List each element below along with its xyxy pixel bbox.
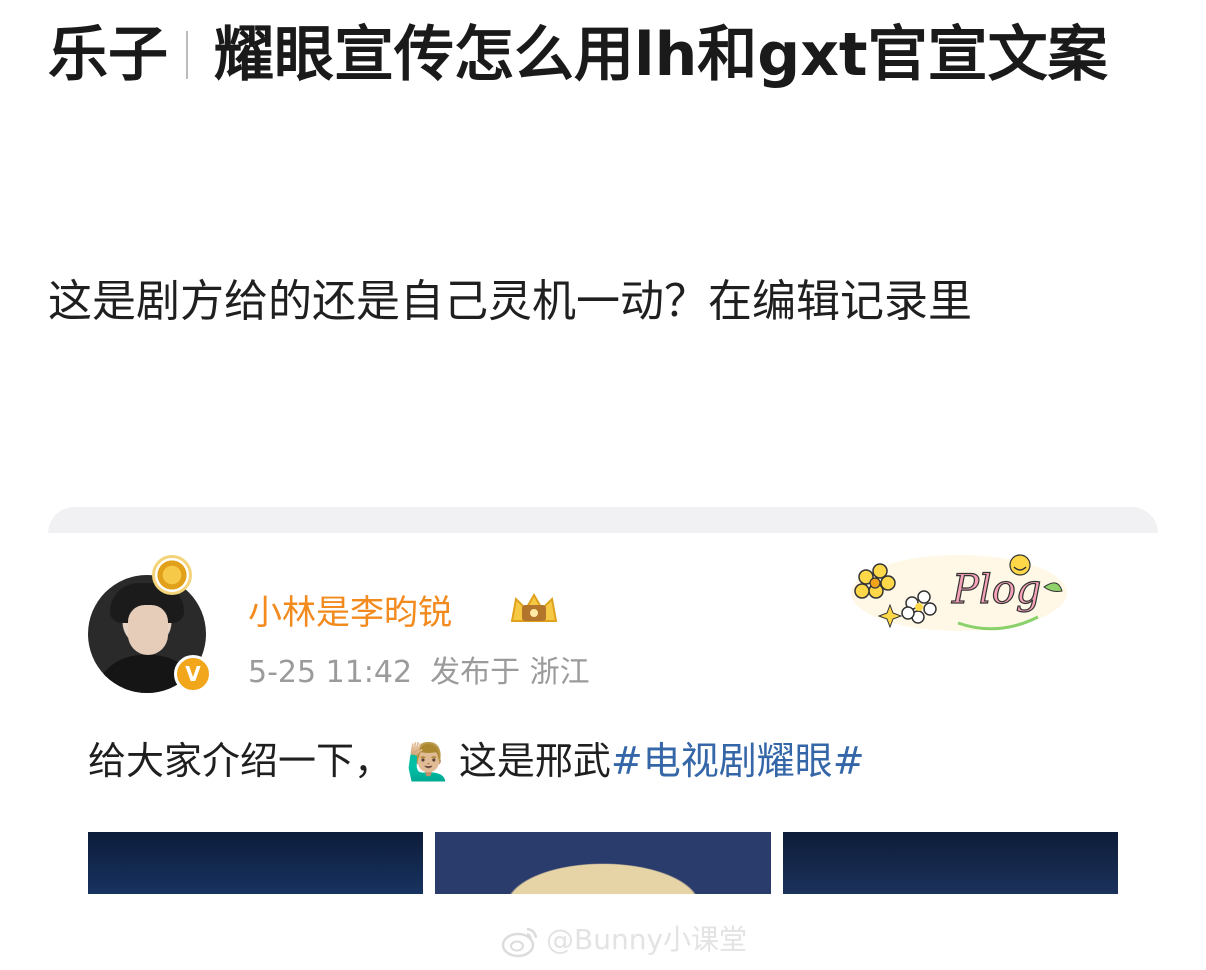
- post-text-intro: 给大家介绍一下，: [88, 739, 393, 783]
- post-title: 乐子 耀眼宣传怎么用lh和gxt官宣文案: [48, 12, 1168, 98]
- verified-badge-icon: V: [174, 655, 212, 693]
- watermark-text: @Bunny小课堂: [546, 923, 748, 956]
- card-top-strip: [48, 507, 1158, 533]
- weibo-logo-icon: [501, 927, 538, 958]
- title-category: 乐子: [48, 20, 168, 90]
- post-location: 发布于 浙江: [430, 655, 590, 690]
- image-grid: [88, 832, 1118, 894]
- image-thumbnail[interactable]: [435, 832, 771, 894]
- post-body: 这是剧方给的还是自己灵机一动？在编辑记录里: [48, 276, 972, 327]
- post-timestamp: 5-25 11:42: [248, 655, 413, 690]
- sticker-text: Plog: [951, 567, 1041, 613]
- post-text-name: 这是邢武: [458, 739, 611, 783]
- post-text: 给大家介绍一下， 🙋🏼‍♂️ 这是邢武#电视剧耀眼#: [88, 733, 865, 791]
- image-thumbnail[interactable]: [88, 832, 423, 894]
- post-meta: 5-25 11:42 发布于 浙江: [248, 647, 590, 691]
- title-text: 耀眼宣传怎么用lh和gxt官宣文案: [214, 20, 1108, 90]
- embedded-weibo-card[interactable]: V 小林是李昀锐 5-25 11:42 发布于 浙江 Plog 给大家介绍一下， 🙋…: [48, 507, 1158, 970]
- watermark: @Bunny小课堂: [500, 918, 760, 962]
- image-thumbnail[interactable]: [783, 832, 1118, 894]
- hashtag-link[interactable]: #电视剧耀眼#: [611, 739, 865, 783]
- title-separator: [186, 31, 188, 79]
- plog-sticker: Plog: [851, 554, 1067, 631]
- avatar-pendant-icon: [152, 555, 192, 595]
- raising-hand-emoji-icon: 🙋🏼‍♂️: [406, 742, 451, 783]
- crown-badge-icon: [510, 592, 558, 622]
- user-name[interactable]: 小林是李昀锐: [248, 585, 452, 634]
